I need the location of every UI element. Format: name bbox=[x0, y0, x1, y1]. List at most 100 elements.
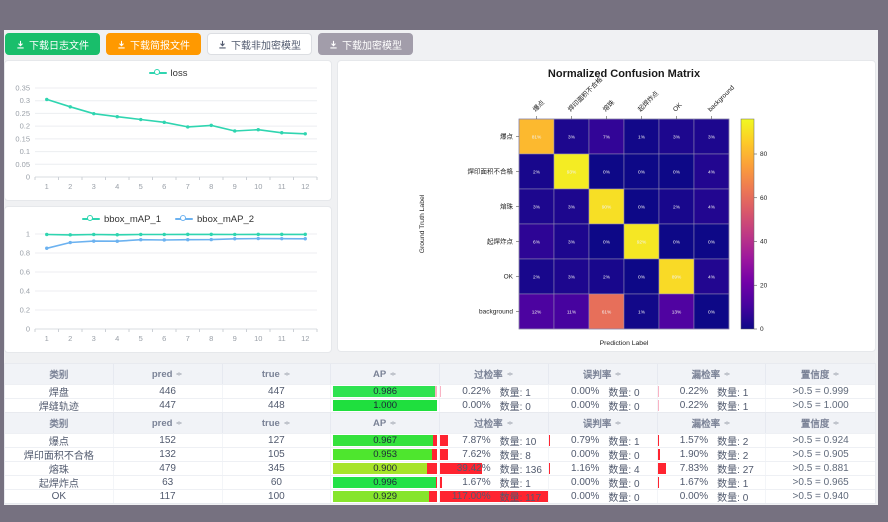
column-header-miss[interactable]: 漏检率 bbox=[658, 413, 767, 433]
svg-text:0.8: 0.8 bbox=[20, 249, 30, 258]
sort-icon[interactable] bbox=[832, 369, 840, 379]
mis-rate-value: 0.00% bbox=[554, 477, 599, 488]
svg-text:0: 0 bbox=[26, 173, 30, 182]
mis-rate-bar bbox=[549, 463, 550, 474]
cell-ap: 0.986 bbox=[331, 385, 440, 398]
svg-text:11%: 11% bbox=[567, 309, 577, 315]
svg-text:0.4: 0.4 bbox=[20, 287, 30, 296]
column-header-mis[interactable]: 误判率 bbox=[549, 364, 658, 384]
miss-rate-count: 数量: 1 bbox=[708, 385, 760, 398]
cell-class: 起焊炸点 bbox=[5, 476, 114, 489]
svg-text:3%: 3% bbox=[568, 134, 576, 140]
sort-icon[interactable] bbox=[389, 418, 397, 428]
column-header-conf[interactable]: 置信度 bbox=[766, 413, 875, 433]
sort-icon[interactable] bbox=[723, 418, 731, 428]
column-header-conf[interactable]: 置信度 bbox=[766, 364, 875, 384]
cell-class: 焊印面积不合格 bbox=[5, 448, 114, 461]
column-header-class: 类别 bbox=[5, 364, 114, 384]
column-header-ap[interactable]: AP bbox=[331, 364, 440, 384]
legend-dot-icon bbox=[180, 215, 186, 221]
ap-bar: 0.967 bbox=[333, 435, 436, 446]
table-row: 焊缝轨迹4474481.0000.00%数量: 00.00%数量: 00.22%… bbox=[5, 398, 875, 412]
over-rate-count: 数量: 1 bbox=[491, 476, 543, 489]
svg-text:0%: 0% bbox=[708, 239, 716, 245]
sort-icon[interactable] bbox=[175, 418, 183, 428]
svg-text:Normalized Confusion Matrix: Normalized Confusion Matrix bbox=[548, 68, 701, 80]
column-header-over[interactable]: 过检率 bbox=[440, 413, 549, 433]
confusion-matrix-chart: Normalized Confusion Matrix81%3%7%1%3%3%… bbox=[338, 61, 875, 351]
sort-icon[interactable] bbox=[723, 369, 731, 379]
legend-label: bbox_mAP_1 bbox=[104, 214, 161, 225]
miss-rate-value: 7.83% bbox=[663, 463, 708, 474]
cell-confidence: >0.5 = 0.905 bbox=[766, 448, 875, 461]
mis-rate-value: 0.00% bbox=[554, 386, 599, 397]
column-header-true[interactable]: true bbox=[223, 413, 332, 433]
legend-item-loss[interactable]: loss bbox=[149, 68, 188, 79]
table-row: 起焊炸点63600.9961.67%数量: 10.00%数量: 01.67%数量… bbox=[5, 475, 875, 489]
legend-item-bbox_mAP_2[interactable]: bbox_mAP_2 bbox=[175, 214, 254, 225]
button-label: 下载非加密模型 bbox=[231, 37, 301, 52]
cell-true: 100 bbox=[223, 490, 332, 503]
svg-text:0.1: 0.1 bbox=[20, 147, 30, 156]
column-header-class: 类别 bbox=[5, 413, 114, 433]
column-header-ap[interactable]: AP bbox=[331, 413, 440, 433]
map-chart-legend: bbox_mAP_1 bbox_mAP_2 bbox=[5, 207, 331, 227]
cell-true: 105 bbox=[223, 448, 332, 461]
button-label: 下载日志文件 bbox=[29, 37, 89, 52]
svg-text:background: background bbox=[707, 84, 736, 113]
column-header-mis[interactable]: 误判率 bbox=[549, 413, 658, 433]
confidence-value: >0.5 = 0.905 bbox=[793, 449, 849, 460]
cell-confidence: >0.5 = 0.965 bbox=[766, 476, 875, 489]
column-header-pred[interactable]: pred bbox=[114, 413, 223, 433]
cell-miss: 1.57%数量: 2 bbox=[658, 434, 767, 447]
legend-item-bbox_mAP_1[interactable]: bbox_mAP_1 bbox=[82, 214, 161, 225]
legend-line-icon bbox=[82, 218, 100, 220]
download-report-button[interactable]: 下载简报文件 bbox=[106, 33, 201, 55]
cell-ap: 1.000 bbox=[331, 399, 440, 412]
download-plain-model-button[interactable]: 下载非加密模型 bbox=[207, 33, 312, 55]
svg-text:爆点: 爆点 bbox=[500, 132, 514, 141]
sort-icon[interactable] bbox=[283, 369, 291, 379]
legend-line-icon bbox=[149, 72, 167, 74]
column-header-label: pred bbox=[152, 369, 173, 380]
svg-text:0%: 0% bbox=[708, 309, 716, 315]
svg-text:起焊炸点: 起焊炸点 bbox=[636, 88, 661, 113]
column-header-over[interactable]: 过检率 bbox=[440, 364, 549, 384]
mis-rate-count: 数量: 0 bbox=[599, 448, 651, 461]
loss-chart: 00.050.10.150.20.250.30.3512345678910111… bbox=[5, 81, 331, 195]
cell-confidence: >0.5 = 0.924 bbox=[766, 434, 875, 447]
cell-pred: 447 bbox=[114, 399, 223, 412]
svg-text:background: background bbox=[479, 309, 513, 316]
column-header-miss[interactable]: 漏检率 bbox=[658, 364, 767, 384]
miss-rate-bar bbox=[658, 435, 660, 446]
sort-icon[interactable] bbox=[389, 369, 397, 379]
sort-icon[interactable] bbox=[614, 418, 622, 428]
sort-icon[interactable] bbox=[283, 418, 291, 428]
over-rate-bar bbox=[440, 477, 442, 488]
over-rate-count: 数量: 10 bbox=[491, 434, 543, 447]
ap-value: 0.986 bbox=[333, 386, 436, 397]
sort-icon[interactable] bbox=[832, 418, 840, 428]
ap-bar: 0.986 bbox=[333, 386, 436, 397]
download-encrypted-model-button[interactable]: 下载加密模型 bbox=[318, 33, 413, 55]
svg-text:焊印面积不合格: 焊印面积不合格 bbox=[566, 75, 605, 114]
svg-text:1%: 1% bbox=[638, 309, 646, 315]
mis-rate-value: 1.16% bbox=[554, 463, 599, 474]
sort-icon[interactable] bbox=[506, 369, 514, 379]
ap-bar: 1.000 bbox=[333, 400, 436, 411]
column-header-true[interactable]: true bbox=[223, 364, 332, 384]
confusion-matrix-card: Normalized Confusion Matrix81%3%7%1%3%3%… bbox=[337, 60, 876, 352]
column-header-label: true bbox=[262, 369, 280, 380]
over-rate-count: 数量: 117 bbox=[491, 490, 543, 503]
svg-text:3%: 3% bbox=[708, 134, 716, 140]
svg-text:3%: 3% bbox=[533, 204, 541, 210]
sort-icon[interactable] bbox=[175, 369, 183, 379]
sort-icon[interactable] bbox=[614, 369, 622, 379]
table-row: 爆点1521270.9677.87%数量: 100.79%数量: 11.57%数… bbox=[5, 433, 875, 447]
download-log-button[interactable]: 下载日志文件 bbox=[5, 33, 100, 55]
over-rate-value: 39.42% bbox=[445, 463, 490, 474]
column-header-pred[interactable]: pred bbox=[114, 364, 223, 384]
sort-icon[interactable] bbox=[506, 418, 514, 428]
cell-mis: 0.00%数量: 0 bbox=[549, 476, 658, 489]
table-header-row: 类别predtrueAP过检率误判率漏检率置信度 bbox=[5, 413, 875, 433]
